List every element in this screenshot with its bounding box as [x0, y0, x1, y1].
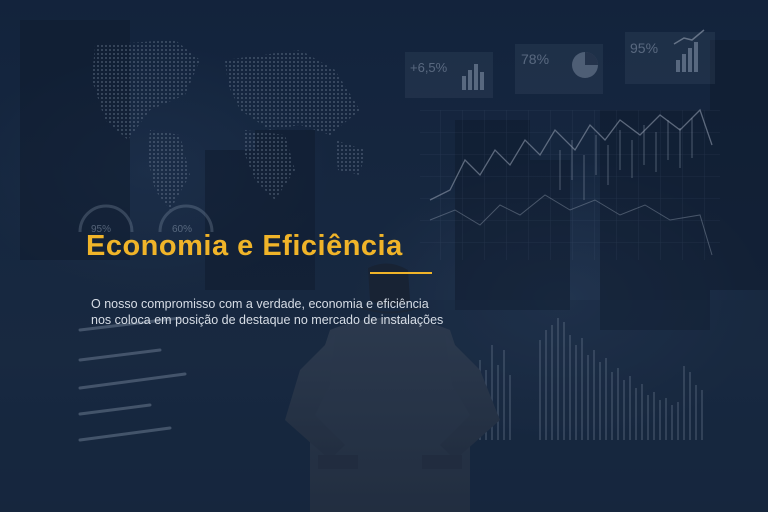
hero-description-line-2: nos coloca em posição de destaque no mer… [91, 312, 444, 327]
hero-banner: +6,5% 78% 95% 95% 60% Economia e Eficiên… [0, 0, 768, 512]
hero-description: O nosso compromisso com a verdade, econo… [91, 296, 491, 328]
hero-description-line-1: O nosso compromisso com a verdade, econo… [91, 296, 429, 311]
hero-title: Economia e Eficiência [86, 230, 403, 262]
title-underline [370, 272, 432, 274]
